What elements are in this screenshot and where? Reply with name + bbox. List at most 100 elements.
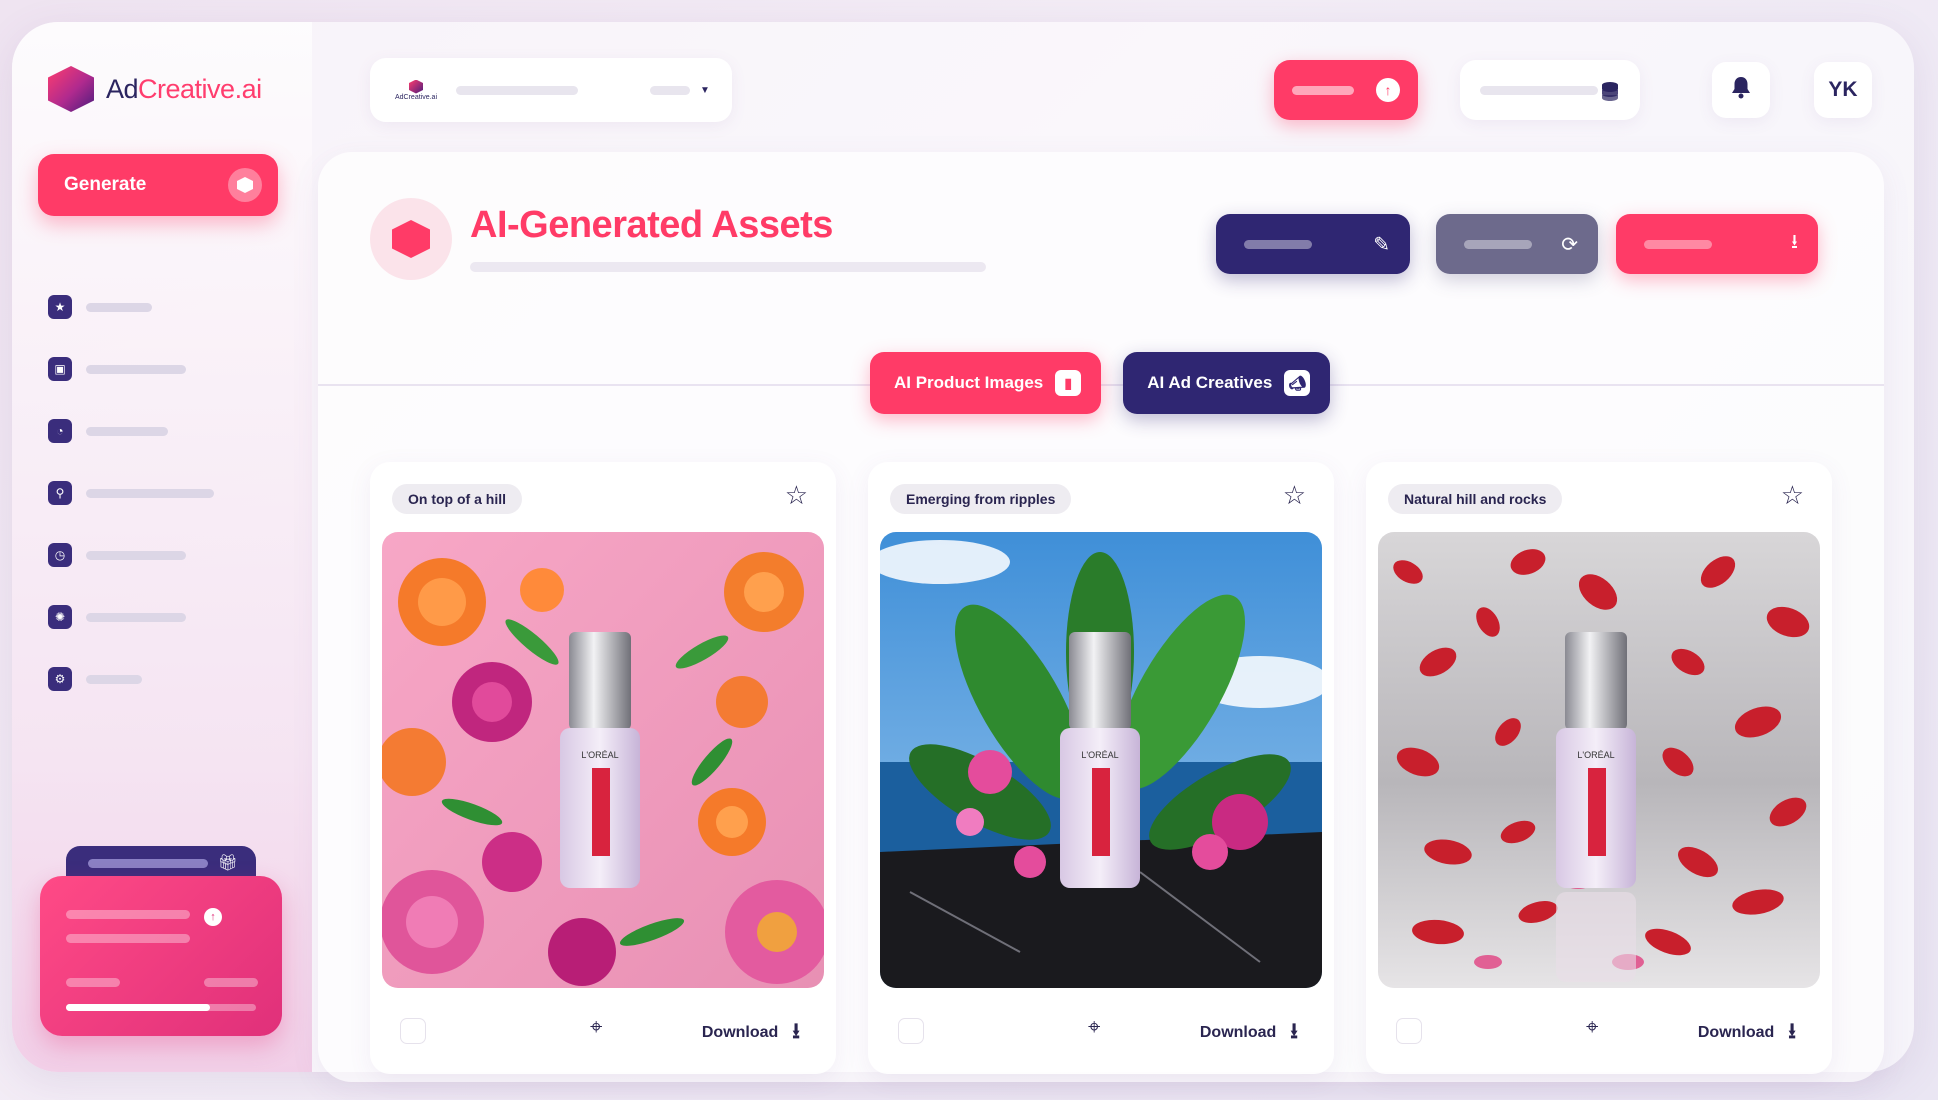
- tab-ai-ad-creatives[interactable]: AI Ad Creatives 📣︎: [1123, 352, 1331, 414]
- megaphone-icon: 📣︎: [1284, 370, 1311, 396]
- promo-line-placeholder: [66, 934, 190, 943]
- sidebar-item-history[interactable]: ◷: [48, 524, 214, 586]
- nav-label-placeholder: [86, 674, 142, 684]
- download-icon: ⭳: [1290, 1018, 1298, 1043]
- download-label: Download: [1697, 1024, 1775, 1041]
- nav-label-placeholder: [86, 612, 186, 622]
- star-icon[interactable]: ☆: [1781, 482, 1804, 508]
- arrow-up-icon: ↑: [1376, 78, 1400, 102]
- download-button[interactable]: Download ⭳: [702, 1014, 800, 1052]
- nav-label-placeholder: [86, 302, 152, 312]
- search-icon: ⚲: [48, 481, 72, 505]
- tab-label: AI Ad Creatives: [1147, 373, 1273, 392]
- generated-image[interactable]: L'ORÉAL: [880, 532, 1322, 988]
- regenerate-label-placeholder: [1464, 239, 1532, 249]
- asset-card[interactable]: Natural hill and rocks ☆ L'ORÉAL ⌖ Downl…: [1366, 462, 1832, 1074]
- logo-cube-icon: [48, 66, 94, 112]
- regenerate-button[interactable]: ⟳: [1436, 214, 1598, 274]
- select-checkbox[interactable]: [400, 1018, 426, 1044]
- sidebar-item-dashboard[interactable]: ◔: [48, 400, 214, 462]
- generated-image[interactable]: L'ORÉAL: [1378, 532, 1820, 988]
- brand-name: AdCreative.ai: [106, 73, 262, 104]
- promo-line-placeholder: [66, 910, 190, 919]
- tab-label: AI Product Images: [894, 373, 1044, 392]
- sidebar-nav: ★ ▣ ◔ ⚲ ◷ ✺ ⚙: [48, 276, 214, 710]
- sidebar-item-favorites[interactable]: ★: [48, 276, 214, 338]
- scene-label: Natural hill and rocks: [1388, 484, 1563, 514]
- tab-ai-product-images[interactable]: AI Product Images ▮: [870, 352, 1102, 414]
- bell-icon: [1730, 75, 1752, 105]
- clock-icon: ◷: [48, 543, 72, 567]
- brand-mini-logo-text: AdCreative.ai: [394, 93, 438, 101]
- sidebar-item-settings[interactable]: ⚙: [48, 648, 214, 710]
- select-checkbox[interactable]: [898, 1018, 924, 1044]
- brand-select[interactable]: AdCreative.ai ▼: [370, 58, 732, 122]
- refresh-icon: ⟳: [1561, 233, 1578, 256]
- credits-display[interactable]: [1460, 60, 1640, 120]
- edit-button[interactable]: ✎: [1216, 214, 1410, 274]
- settings-icon: ⚙: [48, 667, 72, 691]
- download-button[interactable]: Download ⭳: [1200, 1014, 1298, 1052]
- promo-card[interactable]: ↑: [40, 876, 282, 1036]
- download-label: Download: [1199, 1024, 1277, 1041]
- select-checkbox[interactable]: [1396, 1018, 1422, 1044]
- move-icon[interactable]: ⌖: [1586, 1014, 1598, 1040]
- coins-icon: [1598, 79, 1620, 101]
- asset-card[interactable]: On top of a hill ☆ L'ORÉAL ⌖ Download ⭳: [370, 462, 836, 1074]
- download-button[interactable]: Download ⭳: [1698, 1014, 1796, 1052]
- star-icon[interactable]: ☆: [1283, 482, 1306, 508]
- nav-label-placeholder: [86, 364, 186, 374]
- product-icon: ▮: [1055, 370, 1082, 396]
- gift-icon: 🎁︎: [217, 855, 238, 872]
- credits-label-placeholder: [1480, 85, 1598, 95]
- move-icon[interactable]: ⌖: [590, 1014, 602, 1040]
- generated-image[interactable]: L'ORÉAL: [382, 532, 824, 988]
- usage-progress-fill: [66, 1004, 211, 1011]
- chevron-down-icon: ▼: [700, 84, 710, 96]
- download-label: Download: [701, 1024, 779, 1041]
- brand-meta-placeholder: [650, 85, 690, 95]
- upgrade-arrow-icon: ↑: [204, 908, 222, 926]
- promo-tab[interactable]: 🎁︎: [66, 846, 256, 880]
- promo-tab-label-placeholder: [88, 858, 208, 868]
- avatar-initials: YK: [1828, 78, 1858, 101]
- svg-text:L'ORÉAL: L'ORÉAL: [1577, 750, 1614, 760]
- generate-label: Generate: [64, 174, 147, 195]
- upgrade-label-placeholder: [1292, 85, 1354, 95]
- pencil-icon: ✎: [1373, 233, 1390, 256]
- download-icon: ⭳: [1788, 1018, 1796, 1043]
- brand-name-placeholder: [456, 85, 578, 95]
- brand-mini-logo: AdCreative.ai: [388, 79, 444, 101]
- nav-label-placeholder: [86, 488, 214, 498]
- cube-icon: [228, 168, 262, 202]
- generate-button[interactable]: Generate: [38, 154, 278, 216]
- notifications-button[interactable]: [1712, 62, 1770, 118]
- asset-tabs: AI Product Images ▮ AI Ad Creatives 📣︎: [870, 352, 1331, 414]
- gauge-icon: ◔: [48, 419, 72, 443]
- promo-line-placeholder: [204, 978, 258, 987]
- asset-card[interactable]: Emerging from ripples ☆ L'ORÉAL ⌖ Downlo…: [868, 462, 1334, 1074]
- download-all-button[interactable]: ⭳: [1616, 214, 1818, 274]
- sidebar-item-insights[interactable]: ✺: [48, 586, 214, 648]
- download-icon: ⭳: [1791, 231, 1798, 253]
- star-icon[interactable]: ☆: [785, 482, 808, 508]
- box-icon: ▣: [48, 357, 72, 381]
- scene-label: On top of a hill: [392, 484, 522, 514]
- download-label-placeholder: [1644, 239, 1712, 249]
- page-subtitle-placeholder: [470, 262, 986, 272]
- move-icon[interactable]: ⌖: [1088, 1014, 1100, 1040]
- sidebar-item-search[interactable]: ⚲: [48, 462, 214, 524]
- usage-progress-bar: [66, 1004, 256, 1011]
- logo-cube-icon: [409, 79, 423, 94]
- edit-label-placeholder: [1244, 239, 1312, 249]
- sidebar-item-products[interactable]: ▣: [48, 338, 214, 400]
- brand-logo[interactable]: AdCreative.ai: [48, 66, 262, 112]
- box-icon: [370, 198, 452, 280]
- promo-line-placeholder: [66, 978, 120, 987]
- bulb-icon: ✺: [48, 605, 72, 629]
- star-icon: ★: [48, 295, 72, 319]
- nav-label-placeholder: [86, 550, 186, 560]
- scene-label: Emerging from ripples: [890, 484, 1072, 514]
- avatar[interactable]: YK: [1814, 62, 1872, 118]
- upgrade-button[interactable]: ↑: [1274, 60, 1418, 120]
